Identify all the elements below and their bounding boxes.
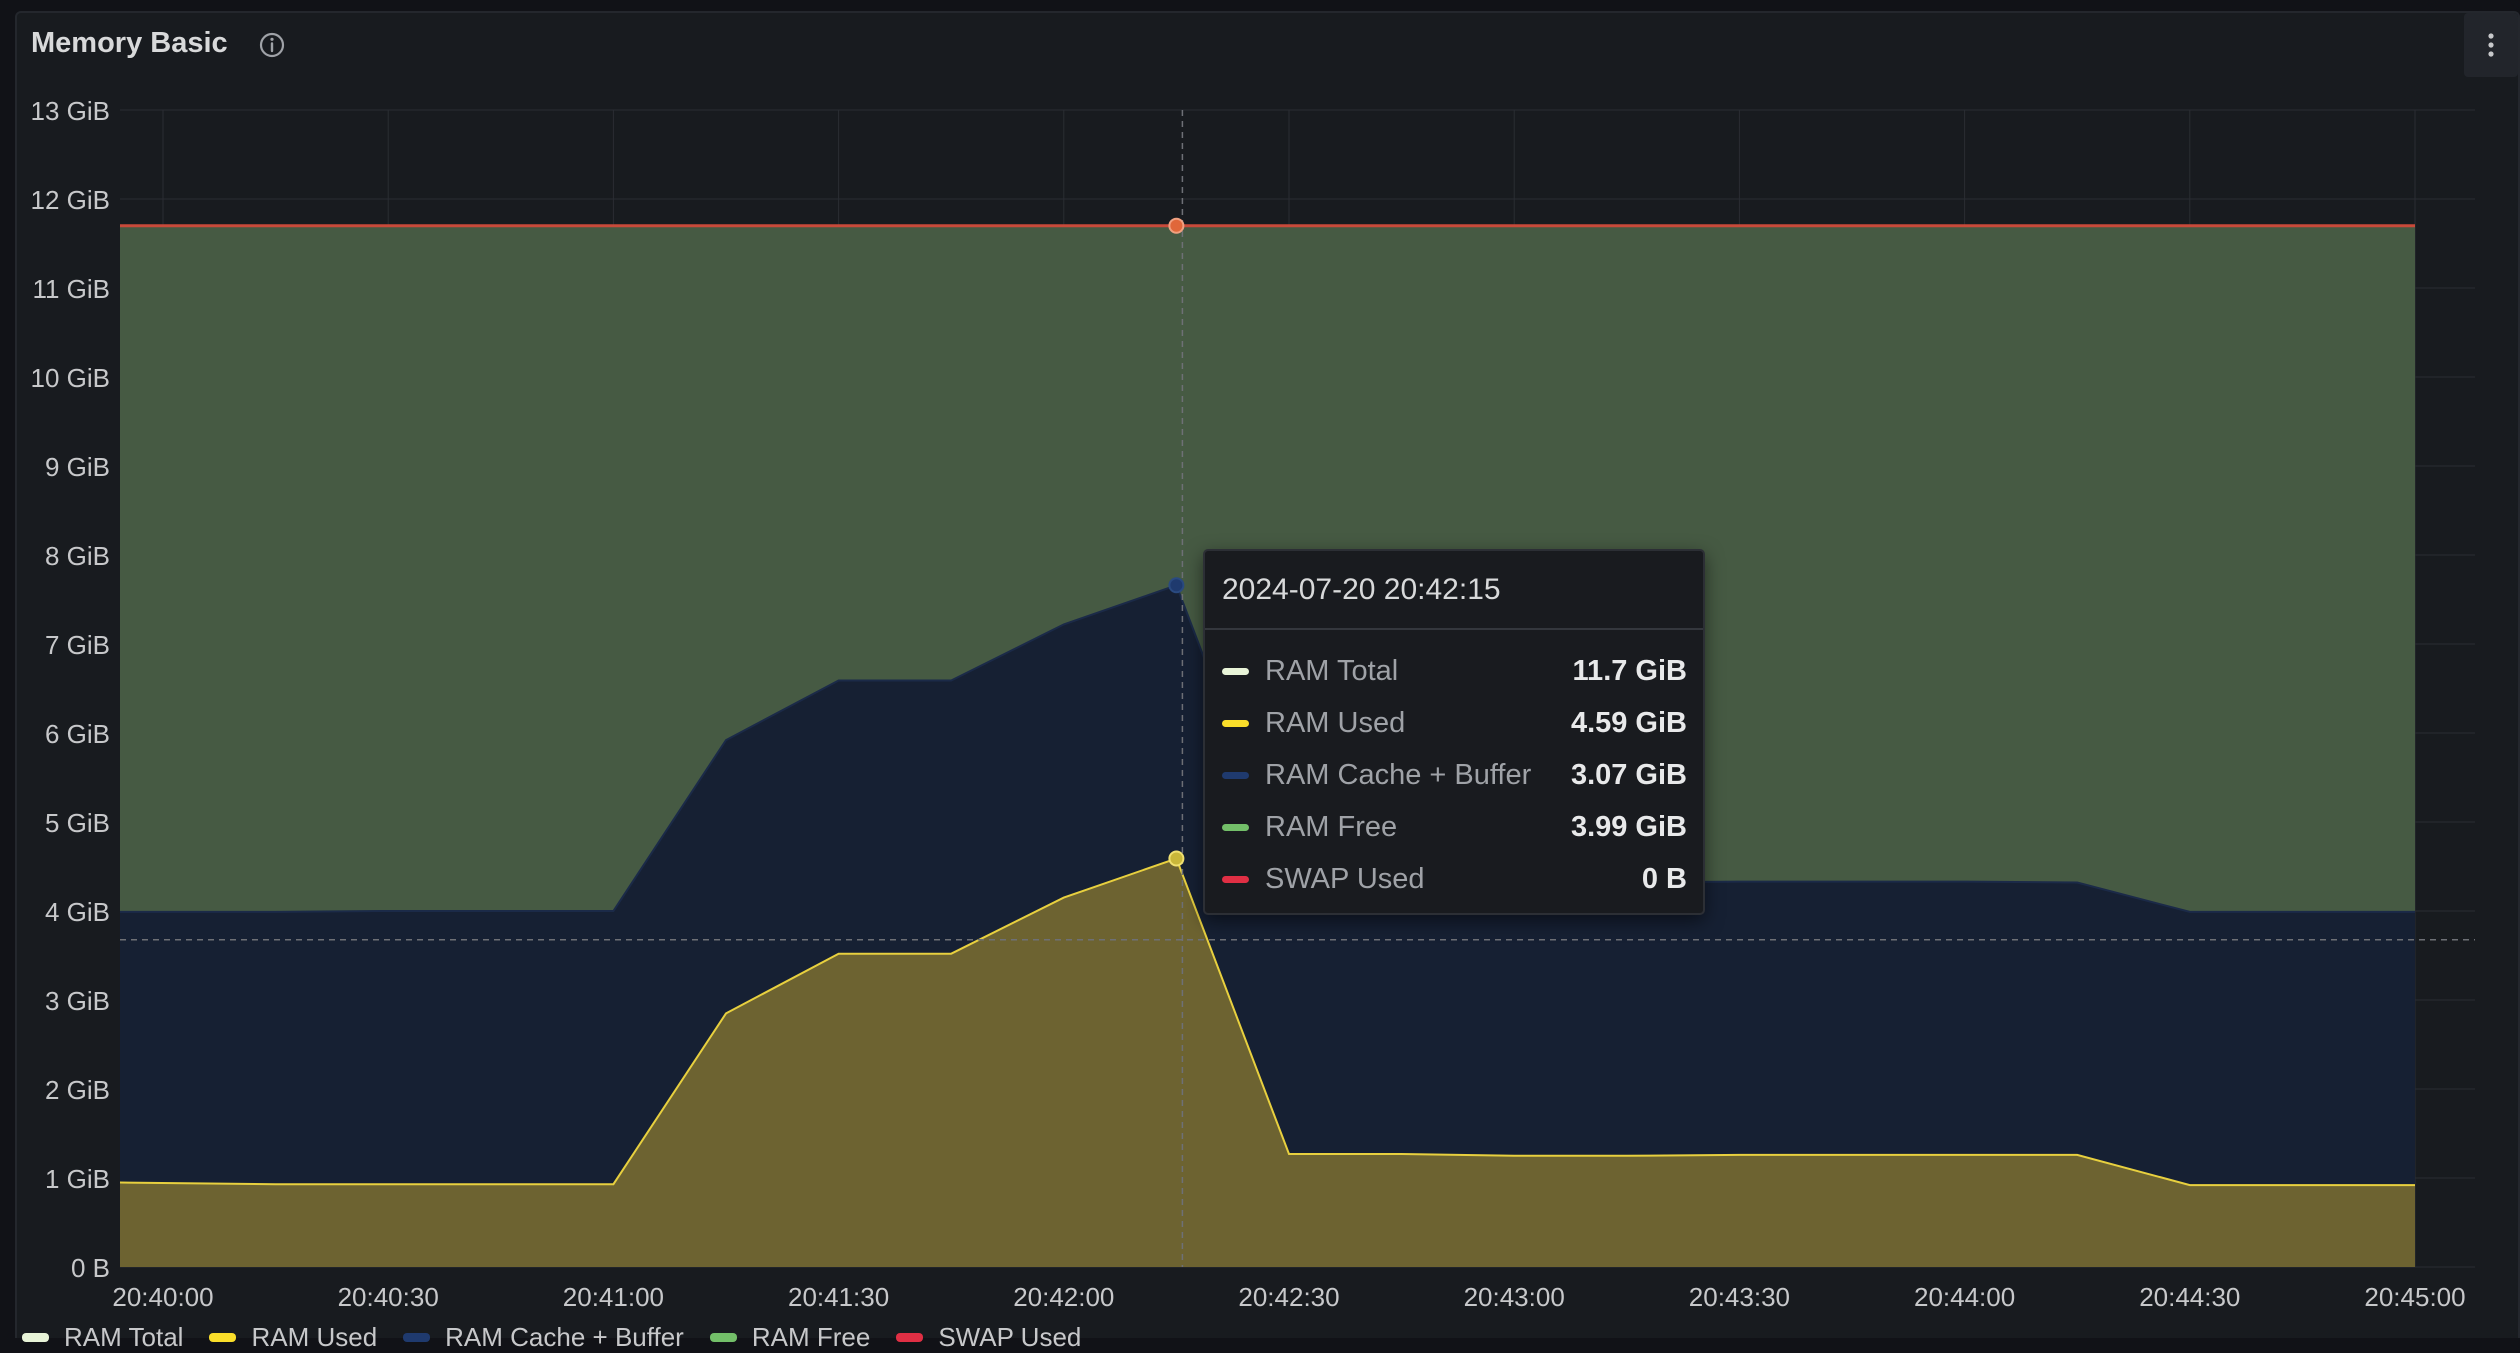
x-tick-label: 20:44:00 [1914,1282,2015,1312]
ram-used-point [1168,850,1185,867]
y-tick-label: 6 GiB [45,719,110,749]
y-tick-label: 3 GiB [45,986,110,1016]
y-tick-label: 12 GiB [31,185,111,215]
ram-cache-buffer-swatch [1222,771,1249,779]
tooltip-row-swap-used: SWAP Used 0 B [1222,859,1687,899]
x-tick-label: 20:44:30 [2139,1282,2240,1312]
y-tick-label: 7 GiB [45,630,110,660]
tooltip-row-ram-free: RAM Free 3.99 GiB [1222,807,1687,847]
x-tick-label: 20:41:30 [788,1282,889,1312]
y-tick-label: 1 GiB [45,1164,110,1194]
ram-total-point [1168,217,1185,234]
ram-cache-buffer-point [1168,577,1185,594]
x-tick-label: 20:42:00 [1013,1282,1114,1312]
y-tick-label: 11 GiB [32,274,110,304]
tooltip-series-value: 11.7 GiB [1572,654,1687,687]
x-tick-label: 20:45:00 [2364,1282,2465,1312]
tooltip-timestamp: 2024-07-20 20:42:15 [1222,573,1501,606]
y-tick-label: 8 GiB [45,541,110,571]
tooltip-series-name: SWAP Used [1265,862,1425,895]
x-tick-label: 20:42:30 [1238,1282,1339,1312]
tooltip-series-name: RAM Used [1265,706,1406,739]
x-tick-label: 20:40:30 [338,1282,439,1312]
ram-total-swatch [1222,667,1249,675]
y-tick-label: 13 GiB [31,96,111,126]
y-tick-label: 10 GiB [31,363,111,393]
tooltip-series-name: RAM Cache + Buffer [1265,758,1532,791]
y-tick-label: 4 GiB [45,897,110,927]
tooltip-series-name: RAM Free [1265,810,1398,843]
x-tick-label: 20:43:30 [1689,1282,1790,1312]
tooltip-series-value: 3.99 GiB [1570,810,1687,843]
x-tick-label: 20:43:00 [1464,1282,1565,1312]
tooltip-series-value: 4.59 GiB [1570,706,1687,739]
y-tick-label: 9 GiB [45,452,110,482]
tooltip-divider [1205,628,1703,630]
tooltip-row-ram-total: RAM Total 11.7 GiB [1222,651,1687,691]
tooltip-series-name: RAM Total [1265,654,1399,687]
tooltip-row-ram-cache-buffer: RAM Cache + Buffer 3.07 GiB [1222,755,1687,795]
hover-tooltip: 2024-07-20 20:42:15 RAM Total 11.7 GiB R… [1203,549,1705,915]
ram-used-swatch [1222,719,1249,727]
y-tick-label: 5 GiB [45,808,110,838]
x-tick-label: 20:40:00 [112,1282,213,1312]
tooltip-row-ram-used: RAM Used 4.59 GiB [1222,703,1687,743]
ram-free-swatch [1222,823,1249,831]
y-tick-label: 0 B [71,1253,110,1283]
x-tick-label: 20:41:00 [563,1282,664,1312]
tooltip-series-value: 3.07 GiB [1570,758,1687,791]
tooltip-series-value: 0 B [1641,862,1687,895]
swap-used-swatch [1222,875,1249,883]
y-tick-label: 2 GiB [45,1075,110,1105]
